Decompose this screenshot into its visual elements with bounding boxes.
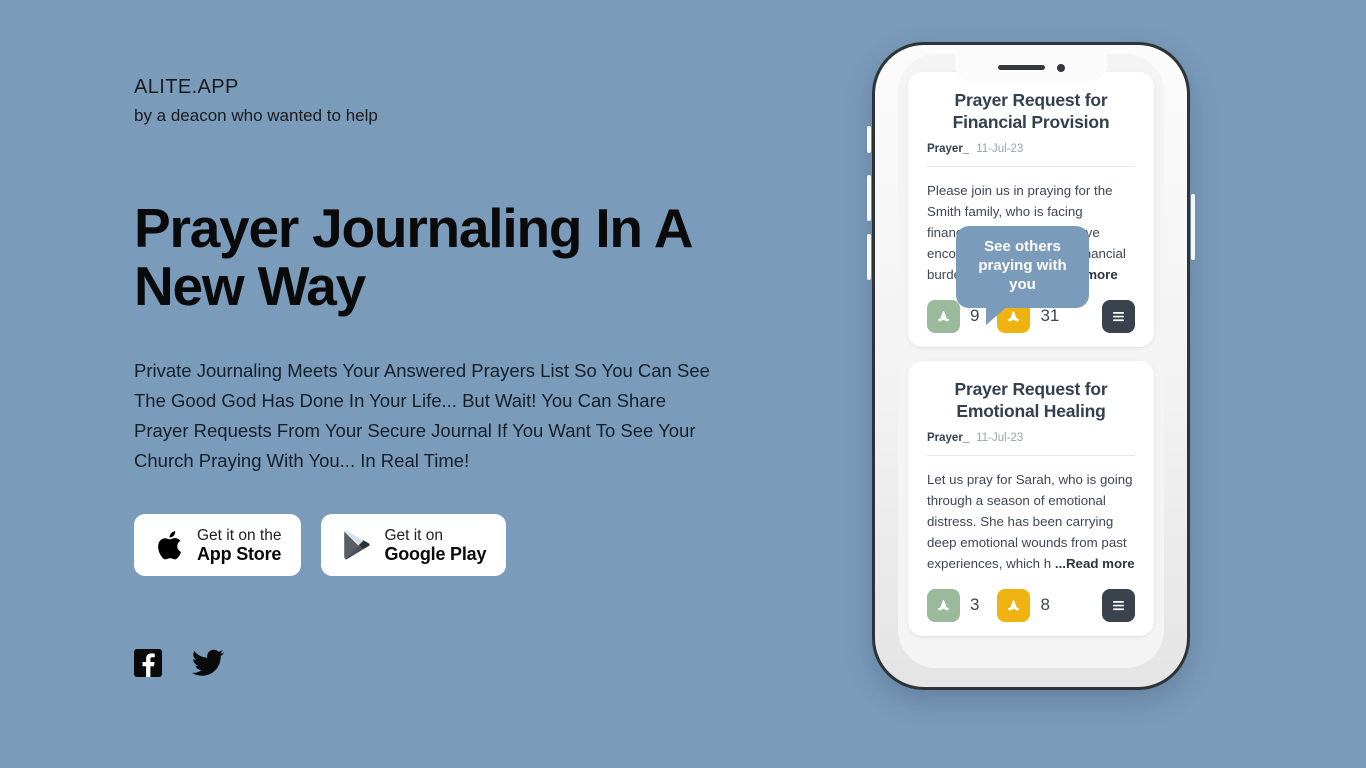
pray-green-count: 9 [970,306,980,326]
praying-hands-icon [1008,310,1020,322]
google-play-small-label: Get it on [384,526,444,544]
brand-name: ALITE.APP [134,76,239,98]
card-date: 11-Jul-23 [976,431,1024,444]
card-meta: Prayer_ 11-Jul-23 [927,432,1135,444]
front-camera-icon [1056,63,1065,72]
power-button[interactable] [1191,194,1195,260]
pray-amber-count: 31 [1040,306,1060,326]
card-menu-button[interactable] [1102,299,1135,333]
google-play-icon [341,530,371,560]
pray-green-count: 3 [970,595,980,614]
card-divider [927,165,1135,167]
phone-mockup: Prayer Request for Financial Provision P… [867,42,1195,690]
twitter-icon[interactable] [191,649,224,682]
read-more-link[interactable]: ...Read more [1055,556,1135,571]
brand-tagline: by a deacon who wanted to help [134,106,378,125]
card-author: Prayer_ [927,431,970,444]
speaker-bar-icon [997,65,1045,70]
pray-amber-count: 8 [1040,595,1050,614]
phone-notch [955,54,1107,81]
social-links-row [134,649,774,682]
app-store-button[interactable]: Get it on the App Store [134,514,302,577]
card-body: Let us pray for Sarah, who is going thro… [927,469,1135,574]
hamburger-menu-icon [1113,311,1124,321]
apple-icon [154,530,184,561]
google-play-big-label: Google Play [384,544,487,565]
pray-green-button[interactable] [927,299,960,333]
store-button-row: Get it on the App Store Get it on Google… [134,514,774,577]
volume-down-button[interactable] [867,234,871,280]
google-play-button[interactable]: Get it on Google Play [321,514,507,577]
phone-screen: Prayer Request for Financial Provision P… [898,54,1164,668]
card-title: Prayer Request for Emotional Healing [954,378,1108,421]
page-title: Prayer Journaling In A New Way [134,197,692,317]
card-divider [927,454,1135,456]
pray-green-button[interactable] [927,588,960,622]
volume-up-button[interactable] [867,175,871,221]
praying-hands-icon [937,599,950,611]
card-reactions: 3 8 [927,588,1135,622]
prayer-feed: Prayer Request for Financial Provision P… [898,54,1164,668]
pray-amber-button[interactable] [997,588,1031,622]
card-meta: Prayer_ 11-Jul-23 [927,143,1135,155]
hamburger-menu-icon [1113,600,1124,610]
tooltip-tail [986,305,1008,325]
praying-hands-icon [937,310,950,322]
facebook-icon[interactable] [134,649,162,682]
tooltip-text: See others praying with you [978,238,1067,294]
card-title: Prayer Request for Financial Provision [952,90,1110,132]
app-store-small-label: Get it on the [197,526,282,544]
hero-left-column: ALITE.APP by a deacon who wanted to help… [134,74,774,682]
app-store-big-label: App Store [197,544,282,565]
card-author: Prayer_ [927,142,970,155]
card-menu-button[interactable] [1102,588,1135,622]
hero-description: Private Journaling Meets Your Answered P… [134,359,710,471]
silent-switch[interactable] [867,126,871,153]
praying-hands-icon [1008,599,1020,611]
tooltip-see-others-praying: See others praying with you [956,226,1089,325]
prayer-card[interactable]: Prayer Request for Emotional Healing Pra… [908,360,1154,636]
card-date: 11-Jul-23 [976,142,1024,155]
